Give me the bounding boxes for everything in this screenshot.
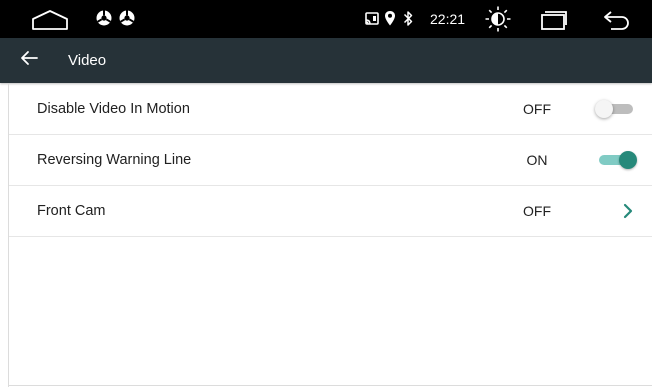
chevron-right-icon[interactable]	[619, 202, 637, 220]
status-bar: 22:21	[0, 0, 652, 38]
cast-icon	[364, 11, 380, 27]
bluetooth-icon	[402, 10, 414, 27]
steering-wheel-icon	[95, 9, 113, 27]
app-bar: Video	[0, 38, 652, 83]
frame-divider	[8, 84, 9, 387]
setting-front-cam[interactable]: Front Cam OFF	[9, 186, 652, 237]
toggle-switch[interactable]	[595, 99, 637, 119]
setting-value: OFF	[523, 101, 551, 117]
home-icon[interactable]	[30, 8, 70, 32]
toggle-thumb[interactable]	[619, 151, 637, 169]
toggle-thumb[interactable]	[595, 100, 613, 118]
recent-apps-icon[interactable]	[540, 9, 568, 31]
setting-reversing-warning-line[interactable]: Reversing Warning Line ON	[9, 135, 652, 186]
back-arrow-icon[interactable]	[20, 50, 38, 71]
back-button[interactable]	[20, 38, 56, 83]
setting-label: Front Cam	[37, 203, 106, 219]
settings-list: Disable Video In Motion OFF Reversing Wa…	[9, 84, 652, 237]
steering-wheel-icon	[118, 9, 136, 27]
clock: 22:21	[430, 11, 466, 27]
setting-label: Disable Video In Motion	[37, 101, 190, 117]
setting-disable-video-in-motion[interactable]: Disable Video In Motion OFF	[9, 84, 652, 135]
frame-divider	[8, 385, 652, 386]
back-arrow-icon[interactable]	[602, 9, 632, 31]
toggle-switch[interactable]	[595, 150, 637, 170]
location-pin-icon	[384, 10, 396, 27]
setting-value: ON	[526, 152, 548, 168]
brightness-icon[interactable]	[484, 5, 512, 33]
setting-value: OFF	[523, 203, 551, 219]
setting-label: Reversing Warning Line	[37, 152, 192, 168]
page-title: Video	[68, 52, 107, 69]
